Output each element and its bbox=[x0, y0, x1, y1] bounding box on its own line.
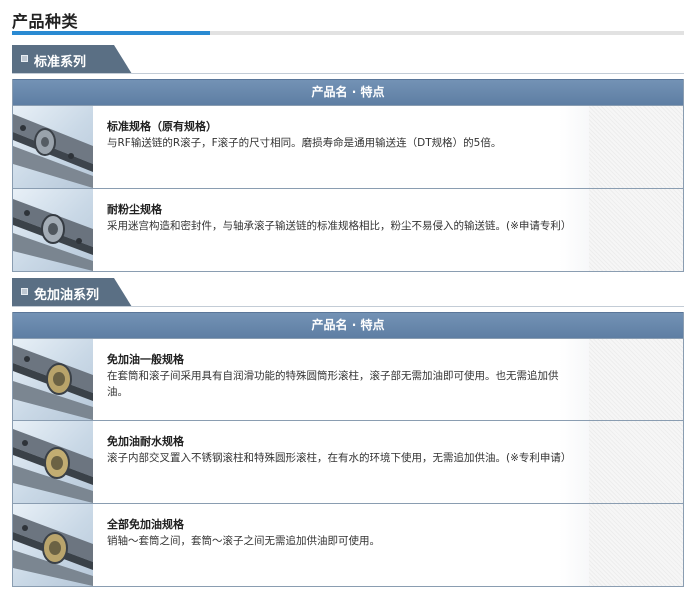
product-table: 产品名 · 特点 标准规格（原有规格） 与RF输送链的R滚子，F滚子的尺寸相同。… bbox=[12, 79, 684, 272]
product-description: 免加油耐水规格 滚子内部交叉置入不锈钢滚柱和特殊圆形滚柱，在有水的环境下使用，无… bbox=[93, 421, 589, 503]
series-title: 标准系列 bbox=[34, 55, 87, 70]
product-row: 标准规格（原有规格） 与RF输送链的R滚子，F滚子的尺寸相同。磨损寿命是通用输送… bbox=[13, 105, 683, 188]
page-title: 产品种类 bbox=[12, 12, 79, 31]
row-filler bbox=[589, 189, 683, 271]
table-header: 产品名 · 特点 bbox=[13, 312, 683, 338]
product-name: 免加油一般规格 bbox=[107, 353, 184, 366]
product-feature: 与RF输送链的R滚子，F滚子的尺寸相同。磨损寿命是通用输送连（DT规格）的5倍。 bbox=[107, 137, 502, 149]
product-feature: 销轴～套筒之间，套筒～滚子之间无需追加供油即可使用。 bbox=[107, 535, 380, 547]
row-filler bbox=[589, 339, 683, 420]
series-standard: 标准系列 产品名 · 特点 标准规格（原有规格） 与RF输送链的R滚子，F滚子的… bbox=[12, 45, 684, 272]
series-header: 免加油系列 bbox=[12, 278, 684, 307]
row-filler bbox=[589, 106, 683, 188]
series-divider bbox=[12, 306, 684, 307]
product-table: 产品名 · 特点 免加油一般规格 在套筒和滚子间采用具有自润滑功能的特殊圆筒形滚… bbox=[12, 312, 684, 587]
title-rule bbox=[12, 31, 684, 35]
product-description: 标准规格（原有规格） 与RF输送链的R滚子，F滚子的尺寸相同。磨损寿命是通用输送… bbox=[93, 106, 589, 188]
square-bullet-icon bbox=[21, 288, 28, 295]
chain-roller-image bbox=[13, 106, 93, 188]
product-feature: 在套筒和滚子间采用具有自润滑功能的特殊圆筒形滚柱，滚子部无需加油即可使用。也无需… bbox=[107, 370, 559, 398]
row-filler bbox=[589, 504, 683, 586]
product-name: 全部免加油规格 bbox=[107, 518, 184, 531]
series-divider bbox=[12, 73, 684, 74]
table-header: 产品名 · 特点 bbox=[13, 79, 683, 105]
chain-roller-image bbox=[13, 339, 93, 420]
chain-roller-image bbox=[13, 189, 93, 271]
product-feature: 滚子内部交叉置入不锈钢滚柱和特殊圆形滚柱，在有水的环境下使用，无需追加供油。(※… bbox=[107, 452, 572, 464]
product-feature: 采用迷宫构造和密封件，与轴承滚子输送链的标准规格相比，粉尘不易侵入的输送链。(※… bbox=[107, 220, 572, 232]
chain-roller-image bbox=[13, 421, 93, 503]
square-bullet-icon bbox=[21, 55, 28, 62]
product-row: 免加油一般规格 在套筒和滚子间采用具有自润滑功能的特殊圆筒形滚柱，滚子部无需加油… bbox=[13, 338, 683, 420]
product-row: 免加油耐水规格 滚子内部交叉置入不锈钢滚柱和特殊圆形滚柱，在有水的环境下使用，无… bbox=[13, 420, 683, 503]
series-title: 免加油系列 bbox=[34, 288, 100, 303]
product-name: 免加油耐水规格 bbox=[107, 435, 184, 448]
series-oil-free: 免加油系列 产品名 · 特点 免加油一般规格 在套筒和滚子间采用具有自润滑功能的… bbox=[12, 278, 684, 587]
product-description: 免加油一般规格 在套筒和滚子间采用具有自润滑功能的特殊圆筒形滚柱，滚子部无需加油… bbox=[93, 339, 589, 420]
product-name: 标准规格（原有规格） bbox=[107, 120, 217, 133]
chain-roller-image bbox=[13, 504, 93, 586]
title-rule-accent bbox=[12, 31, 210, 35]
series-header: 标准系列 bbox=[12, 45, 684, 74]
product-name: 耐粉尘规格 bbox=[107, 203, 162, 216]
product-row: 耐粉尘规格 采用迷宫构造和密封件，与轴承滚子输送链的标准规格相比，粉尘不易侵入的… bbox=[13, 188, 683, 271]
product-description: 全部免加油规格 销轴～套筒之间，套筒～滚子之间无需追加供油即可使用。 bbox=[93, 504, 589, 586]
row-filler bbox=[589, 421, 683, 503]
product-row: 全部免加油规格 销轴～套筒之间，套筒～滚子之间无需追加供油即可使用。 bbox=[13, 503, 683, 586]
product-description: 耐粉尘规格 采用迷宫构造和密封件，与轴承滚子输送链的标准规格相比，粉尘不易侵入的… bbox=[93, 189, 589, 271]
